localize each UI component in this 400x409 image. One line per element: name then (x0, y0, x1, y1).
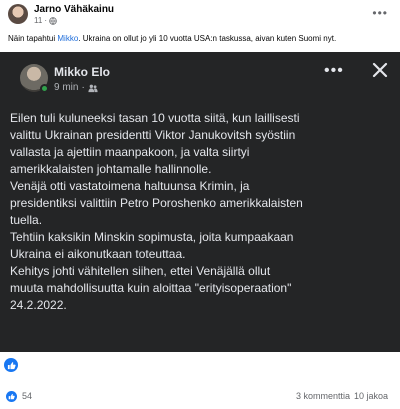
post-time[interactable]: 11 (34, 16, 42, 25)
author-avatar[interactable] (8, 4, 28, 24)
shares-count[interactable]: 10 jakoa (354, 391, 388, 401)
shared-post-body: Eilen tuli kuluneeksi tasan 10 vuotta si… (10, 110, 394, 314)
shared-author-name[interactable]: Mikko Elo (54, 65, 110, 79)
body-line: Tehtiin kaksikin Minskin sopimusta, joit… (10, 230, 294, 244)
post-text-after: . Ukraina on ollut jo yli 10 vuotta USA:… (78, 34, 337, 43)
body-line: Ukraina ei aikonutkaan toteuttaa. (10, 247, 186, 261)
comments-count[interactable]: 3 kommenttia (296, 391, 350, 401)
post-text-before: Näin tapahtui (8, 34, 58, 43)
online-status-dot (40, 84, 49, 93)
mention-link[interactable]: Mikko (57, 34, 78, 43)
body-line: 24.2.2022. (10, 298, 67, 312)
post-header: Jarno Vähäkainu 11 · ••• (0, 0, 400, 28)
post-stats: 54 3 kommenttia 10 jakoa (0, 388, 400, 406)
body-line: Eilen tuli kuluneeksi tasan 10 vuotta si… (10, 111, 300, 125)
body-line: muuta mahdollisuutta kuin aloittaa "erit… (10, 281, 292, 295)
body-line: amerikkalaisten johtamalle hallinnolle. (10, 162, 212, 176)
post-more-icon[interactable]: ••• (372, 6, 388, 20)
body-line: tuella. (10, 213, 43, 227)
like-count[interactable]: 54 (22, 391, 32, 401)
shared-post-card: Mikko Elo 9 min · ••• Eilen tuli kulunee… (0, 52, 400, 352)
people-icon (88, 84, 98, 92)
body-line: Kehitys johti vähitellen siihen, ettei V… (10, 264, 271, 278)
body-line: Venäjä otti vastatoimena haltuunsa Krimi… (10, 179, 250, 193)
like-icon[interactable] (4, 358, 18, 372)
like-reaction-icon[interactable] (6, 391, 17, 402)
shared-meta: 9 min · (54, 82, 98, 93)
close-icon[interactable] (372, 62, 388, 78)
globe-icon (49, 16, 57, 25)
body-line: vallasta ja ajettiin maanpakoon, ja valt… (10, 145, 250, 159)
shared-meta-separator: · (81, 82, 85, 93)
post-text: Näin tapahtui Mikko. Ukraina on ollut jo… (8, 34, 396, 43)
author-name[interactable]: Jarno Vähäkainu (34, 4, 114, 15)
post-meta: 11 · (34, 16, 57, 25)
meta-separator: · (44, 16, 47, 25)
body-line: valittu Ukrainan presidentti Viktor Janu… (10, 128, 296, 142)
shared-time[interactable]: 9 min (54, 82, 78, 93)
shared-reaction-bar (0, 356, 400, 376)
body-line: presidentiksi valittiin Petro Poroshenko… (10, 196, 303, 210)
shared-more-icon[interactable]: ••• (324, 62, 344, 80)
